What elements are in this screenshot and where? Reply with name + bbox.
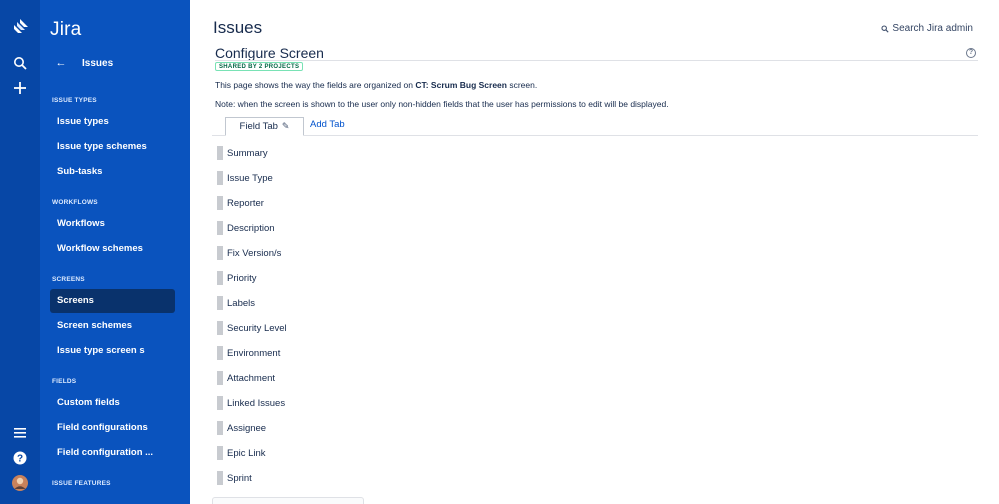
field-row[interactable]: Linked Issues [217, 396, 285, 410]
edit-pencil-icon[interactable]: ✎ [282, 121, 290, 132]
screen-description: This page shows the way the fields are o… [215, 80, 537, 90]
field-label: Fix Version/s [227, 247, 282, 259]
create-icon[interactable] [0, 79, 40, 97]
sidebar-item-field-configuration-schemes[interactable]: Field configuration ... [50, 441, 175, 465]
field-row[interactable]: Sprint [217, 471, 252, 485]
tab-label: Field Tab [239, 121, 278, 132]
sidebar-item-issue-type-screen-schemes[interactable]: Issue type screen s [50, 339, 175, 363]
field-label: Priority [227, 272, 257, 284]
svg-text:?: ? [17, 454, 23, 465]
sidebar-item-screens[interactable]: Screens [50, 289, 175, 313]
sidebar-item-screen-schemes[interactable]: Screen schemes [50, 314, 175, 338]
back-label: Issues [82, 57, 114, 69]
field-row[interactable]: Labels [217, 296, 255, 310]
product-name[interactable]: Jira [50, 19, 81, 41]
sidebar-item-workflows[interactable]: Workflows [50, 212, 175, 236]
field-row[interactable]: Epic Link [217, 446, 266, 460]
title-divider [215, 60, 978, 61]
drag-handle[interactable] [217, 471, 223, 485]
help-icon[interactable]: ? [0, 449, 40, 467]
sidebar-item-issue-type-schemes[interactable]: Issue type schemes [50, 135, 175, 159]
select-field-dropdown[interactable] [212, 497, 364, 504]
section-title-issue-types: ISSUE TYPES [52, 97, 97, 104]
menu-icon[interactable] [0, 425, 40, 441]
section-title-issue-features: ISSUE FEATURES [52, 480, 111, 487]
back-to-issues-button[interactable]: ← Issues [54, 56, 184, 70]
screen-name: CT: Scrum Bug Screen [415, 80, 507, 90]
global-nav-rail: ? [0, 0, 40, 504]
field-label: Sprint [227, 472, 252, 484]
field-row[interactable]: Priority [217, 271, 257, 285]
drag-handle[interactable] [217, 421, 223, 435]
field-label: Linked Issues [227, 397, 286, 409]
field-label: Issue Type [227, 172, 273, 184]
field-label: Attachment [227, 372, 276, 384]
field-label: Environment [227, 347, 281, 359]
help-icon[interactable]: ? [966, 48, 976, 58]
drag-handle[interactable] [217, 221, 223, 235]
field-label: Reporter [227, 197, 264, 209]
admin-sidebar: Jira ← Issues ISSUE TYPES Issue types Is… [40, 0, 190, 504]
drag-handle[interactable] [217, 396, 223, 410]
screen-note: Note: when the screen is shown to the us… [215, 99, 669, 109]
jira-logo-icon[interactable] [0, 16, 40, 38]
field-row[interactable]: Assignee [217, 421, 266, 435]
section-title-fields: FIELDS [52, 378, 77, 385]
sidebar-item-workflow-schemes[interactable]: Workflow schemes [50, 237, 175, 261]
screen-title: Configure Screen [215, 45, 324, 61]
search-icon[interactable] [0, 54, 40, 72]
field-label: Labels [227, 297, 255, 309]
jira-admin-page: ? Jira ← Issues ISSUE TYPES Issue types … [0, 0, 999, 504]
drag-handle[interactable] [217, 296, 223, 310]
sidebar-item-sub-tasks[interactable]: Sub-tasks [50, 160, 175, 184]
description-prefix: This page shows the way the fields are o… [215, 80, 416, 90]
section-title-workflows: WORKFLOWS [52, 199, 98, 206]
shared-projects-badge[interactable]: SHARED BY 2 PROJECTS [215, 62, 304, 71]
field-row[interactable]: Summary [217, 146, 268, 160]
drag-handle[interactable] [217, 196, 223, 210]
field-label: Epic Link [227, 447, 266, 459]
field-label: Description [227, 222, 275, 234]
avatar[interactable] [0, 474, 40, 492]
arrow-left-icon: ← [55, 57, 67, 69]
sidebar-item-custom-fields[interactable]: Custom fields [50, 391, 175, 415]
drag-handle[interactable] [217, 271, 223, 285]
field-label: Summary [227, 147, 268, 159]
page-title: Issues [213, 18, 263, 37]
drag-handle[interactable] [217, 171, 223, 185]
field-row[interactable]: Attachment [217, 371, 275, 385]
field-row[interactable]: Description [217, 221, 275, 235]
field-row[interactable]: Reporter [217, 196, 264, 210]
drag-handle[interactable] [217, 446, 223, 460]
tab-field-tab[interactable]: Field Tab ✎ [225, 117, 304, 136]
main-content: Issues Search Jira admin Configure Scree… [190, 0, 999, 504]
field-label: Security Level [227, 322, 287, 334]
add-tab-link[interactable]: Add Tab [310, 119, 345, 130]
search-jira-admin-button[interactable]: Search Jira admin [881, 23, 973, 34]
field-row[interactable]: Environment [217, 346, 280, 360]
drag-handle[interactable] [217, 321, 223, 335]
field-row[interactable]: Issue Type [217, 171, 273, 185]
description-suffix: screen. [506, 80, 538, 90]
search-label: Search Jira admin [892, 23, 973, 34]
screen-tabs: Field Tab ✎ Add Tab [212, 117, 978, 136]
sidebar-item-field-configurations[interactable]: Field configurations [50, 416, 175, 440]
drag-handle[interactable] [217, 246, 223, 260]
drag-handle[interactable] [217, 346, 223, 360]
section-title-screens: SCREENS [52, 276, 85, 283]
field-label: Assignee [227, 422, 267, 434]
drag-handle[interactable] [217, 371, 223, 385]
search-icon [881, 24, 890, 33]
drag-handle[interactable] [217, 146, 223, 160]
sidebar-item-issue-types[interactable]: Issue types [50, 110, 175, 134]
field-row[interactable]: Security Level [217, 321, 287, 335]
field-row[interactable]: Fix Version/s [217, 246, 281, 260]
